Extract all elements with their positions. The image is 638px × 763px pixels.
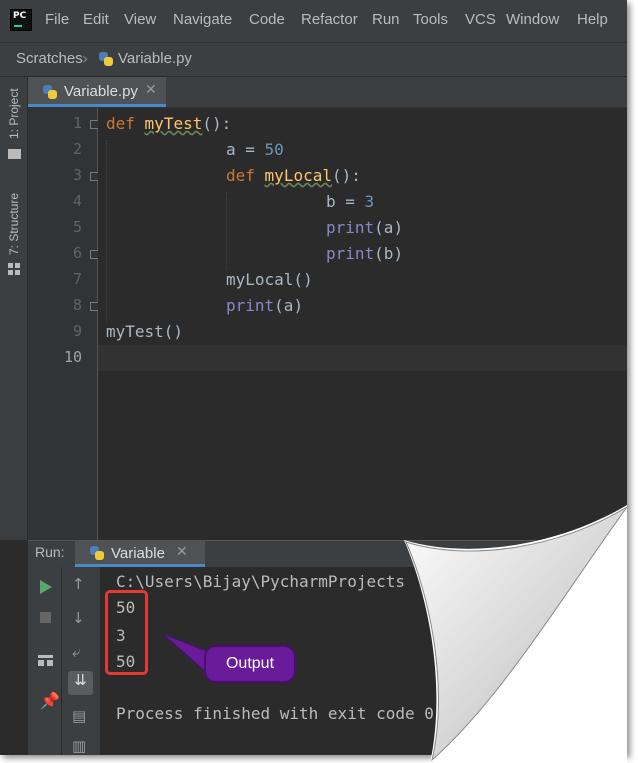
page-curl [404, 505, 628, 763]
